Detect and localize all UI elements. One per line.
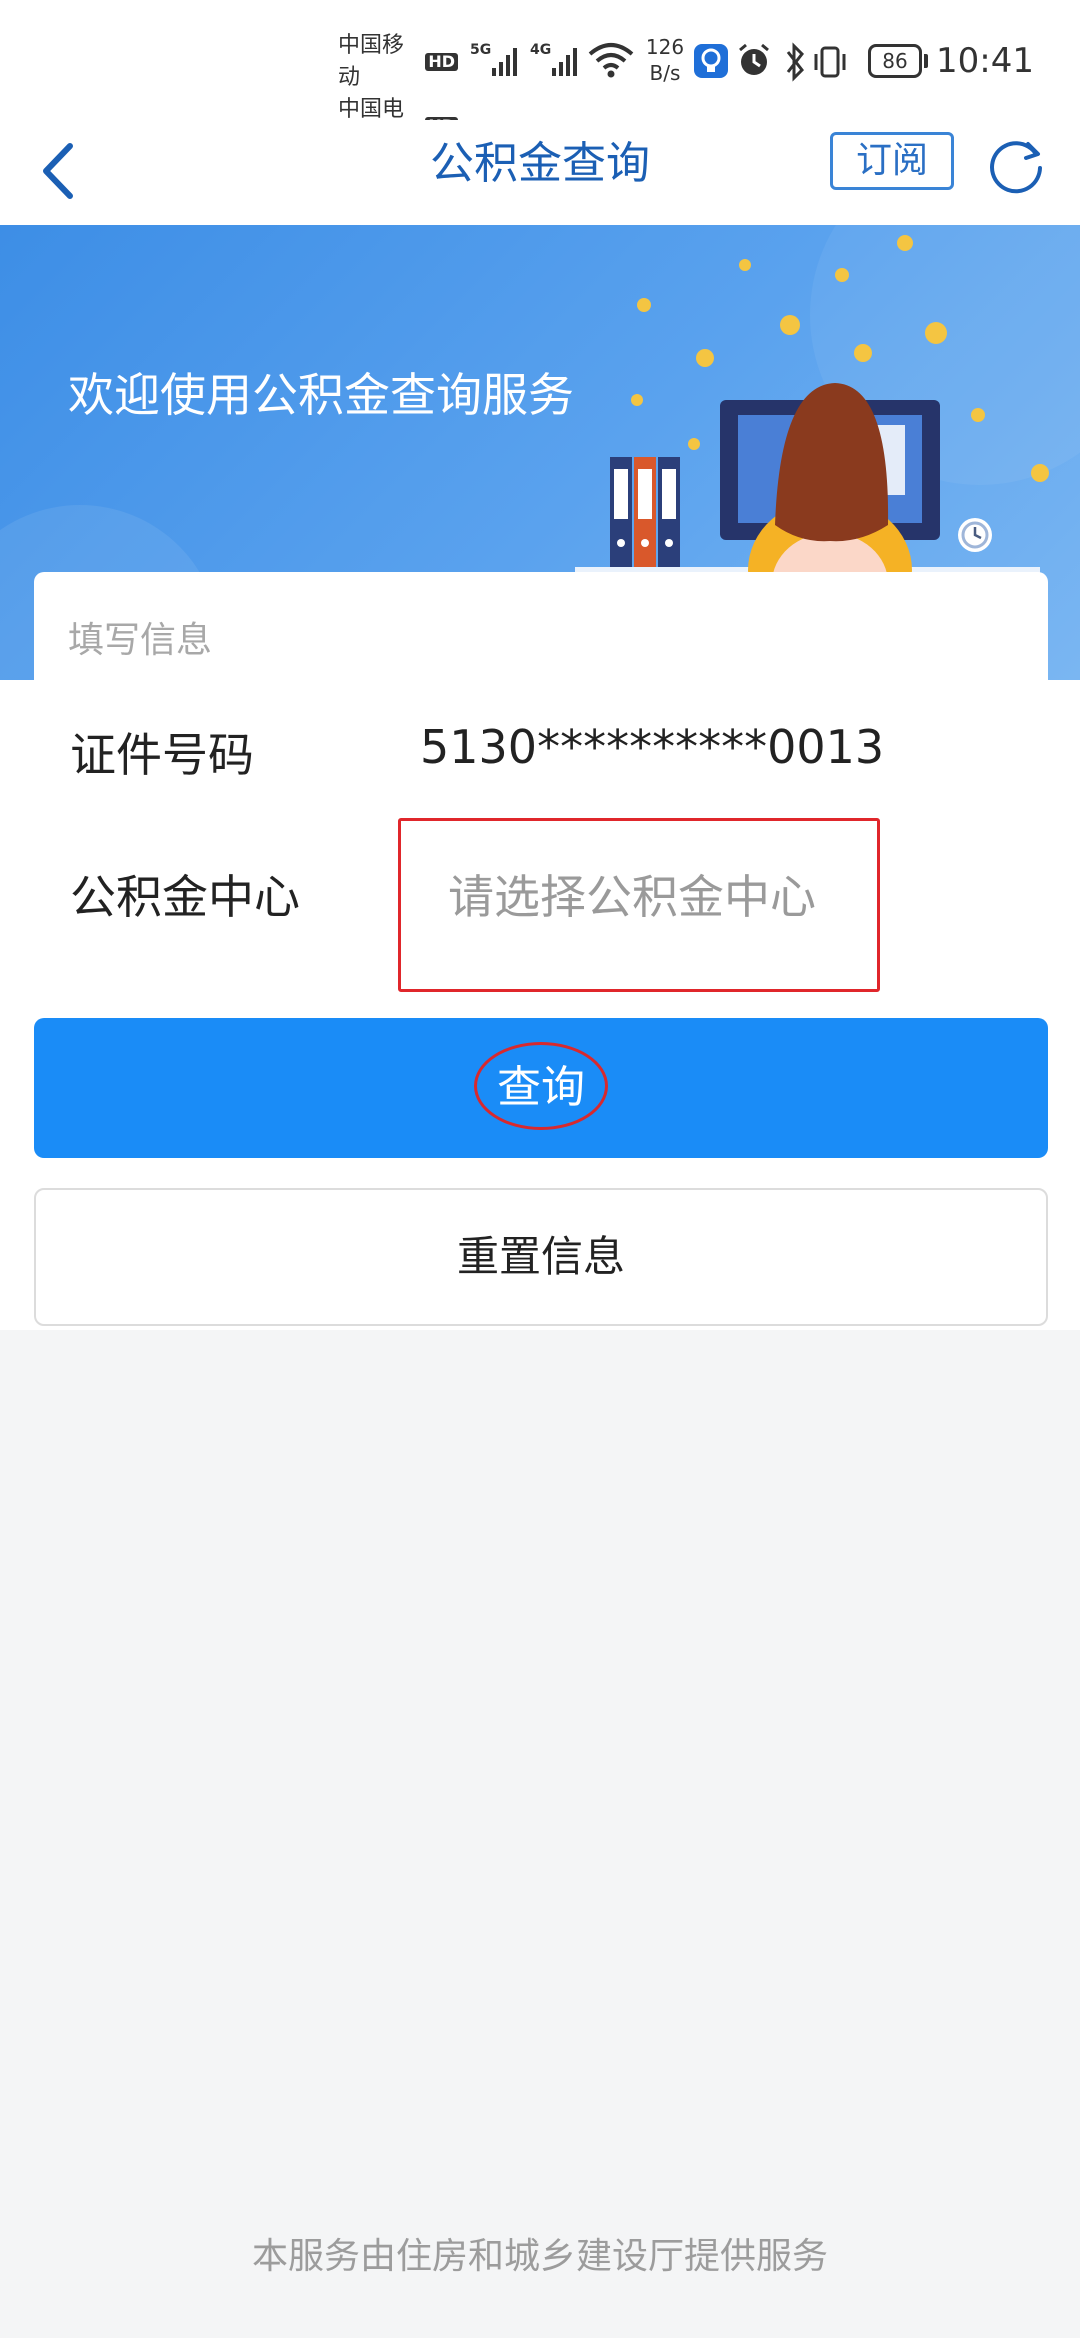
net-5g-label: 5G xyxy=(470,42,491,58)
form-section-title: 填写信息 xyxy=(68,620,213,661)
refresh-icon[interactable] xyxy=(984,132,1048,196)
hd-badge: HD xyxy=(425,53,458,71)
page-title: 公积金查询 xyxy=(430,138,650,189)
fund-center-label: 公积金中心 xyxy=(70,870,300,924)
banner-title: 欢迎使用公积金查询服务 xyxy=(68,368,574,422)
network-speed: 126 B/s xyxy=(640,34,690,86)
net-4g-label: 4G xyxy=(530,42,551,58)
subscribe-button[interactable]: 订阅 xyxy=(830,132,954,190)
app-notification-icon xyxy=(694,44,728,78)
query-button-label: 查询 xyxy=(497,1062,585,1113)
wifi-icon xyxy=(588,43,634,78)
signal-4g-icon: 4G xyxy=(530,42,577,76)
battery-icon: 86 xyxy=(868,44,922,78)
id-number-value: 5130**********0013 xyxy=(420,720,885,774)
signal-5g-icon: 5G xyxy=(470,42,517,76)
footer-provider-text: 本服务由住房和城乡建设厅提供服务 xyxy=(251,2236,828,2277)
speed-unit: B/s xyxy=(649,61,681,85)
clock: 10:41 xyxy=(936,41,1034,81)
query-button[interactable]: 查询 xyxy=(34,1018,1048,1158)
back-icon[interactable] xyxy=(34,136,84,206)
carrier-1: 中国移动 xyxy=(338,33,405,90)
battery-cap xyxy=(924,54,928,68)
id-number-label: 证件号码 xyxy=(70,728,254,782)
battery-level: 86 xyxy=(882,49,908,73)
nav-bar: 公积金查询 订阅 xyxy=(0,120,1080,225)
status-bar: 中国移动 HD 中国电信 HD 5G 4G 126 B/s xyxy=(0,0,1080,154)
binders-icon xyxy=(610,457,680,567)
vibrate-icon xyxy=(814,46,846,78)
alarm-clock-icon xyxy=(958,518,992,552)
fund-center-placeholder: 请选择公积金中心 xyxy=(448,870,816,924)
form-card: 填写信息 xyxy=(34,572,1048,688)
alarm-icon xyxy=(739,43,769,75)
speed-value: 126 xyxy=(645,35,685,59)
bluetooth-icon xyxy=(786,42,804,82)
reset-button-label: 重置信息 xyxy=(456,1232,625,1281)
reset-button[interactable]: 重置信息 xyxy=(34,1188,1048,1326)
